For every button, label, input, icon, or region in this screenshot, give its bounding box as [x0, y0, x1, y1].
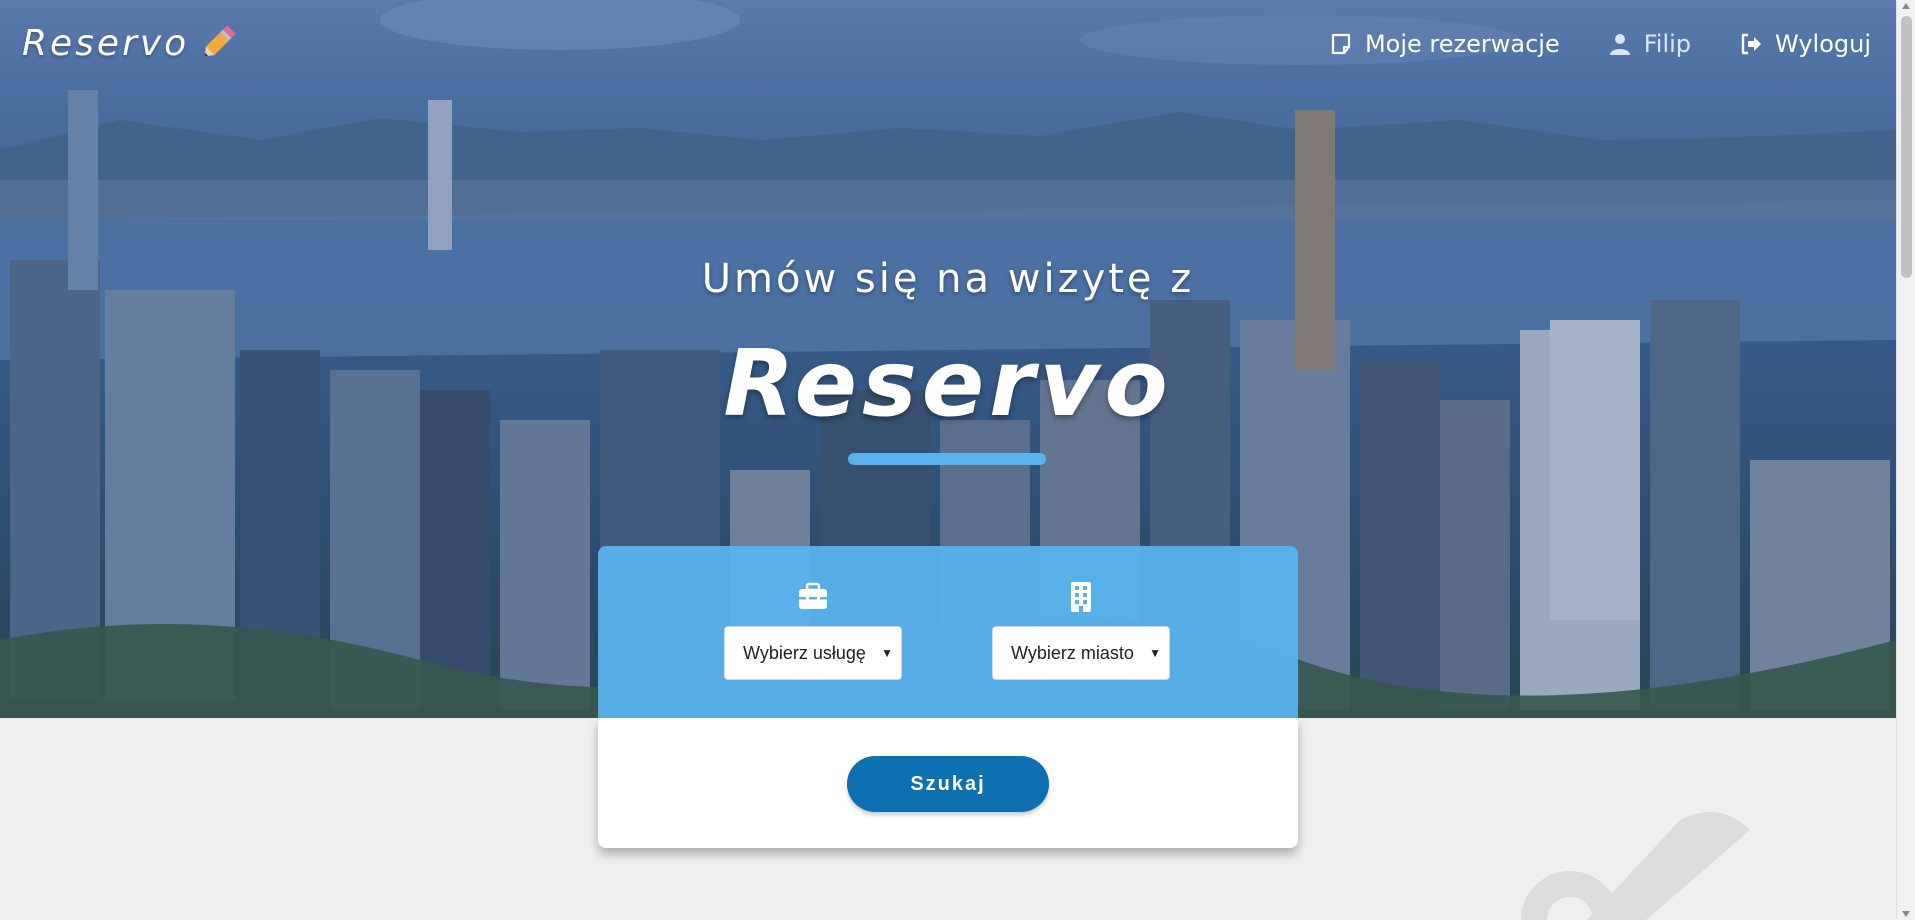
logout-icon — [1741, 33, 1762, 55]
top-nav: Moje rezerwacje Filip Wyloguj — [1329, 30, 1871, 58]
chevron-down-icon: ▼ — [881, 646, 893, 660]
decorative-watermark — [1521, 812, 1750, 920]
brand-logo[interactable]: Reservo — [22, 22, 239, 64]
search-card-bottom: Szukaj — [598, 718, 1298, 848]
search-button[interactable]: Szukaj — [847, 756, 1049, 812]
city-select[interactable]: Wybierz miasto ▼ — [992, 626, 1170, 680]
nav-user[interactable]: Filip — [1608, 30, 1691, 58]
search-card-top: Wybierz usługę ▼ Wybierz miasto ▼ — [598, 546, 1298, 718]
note-icon — [1331, 33, 1351, 55]
hero-subtitle: Umów się na wizytę z — [701, 256, 1195, 302]
building-icon — [1071, 582, 1091, 612]
nav-logout[interactable]: Wyloguj — [1739, 30, 1871, 58]
service-select[interactable]: Wybierz usługę ▼ — [724, 626, 902, 680]
service-field: Wybierz usługę ▼ — [724, 580, 902, 680]
hero-title: Reservo — [723, 330, 1173, 437]
city-field: Wybierz miasto ▼ — [992, 580, 1170, 680]
pencil-icon — [204, 25, 236, 57]
nav-my-reservations[interactable]: Moje rezerwacje — [1329, 30, 1560, 58]
nav-logout-label: Wyloguj — [1775, 30, 1871, 58]
nav-user-label: Filip — [1643, 30, 1692, 58]
scroll-down-icon[interactable] — [1902, 911, 1910, 917]
brand-name: Reservo — [22, 22, 190, 64]
scrollbar-thumb[interactable] — [1901, 16, 1912, 278]
scroll-up-icon[interactable] — [1902, 3, 1910, 9]
page-scrollbar[interactable] — [1896, 0, 1915, 920]
city-select-value: Wybierz miasto — [1011, 642, 1134, 663]
nav-my-reservations-label: Moje rezerwacje — [1364, 30, 1560, 58]
hero-title-underline — [848, 453, 1046, 465]
chevron-down-icon: ▼ — [1149, 646, 1161, 660]
service-select-value: Wybierz usługę — [743, 642, 866, 663]
toolbox-icon — [799, 582, 827, 609]
user-icon — [1609, 34, 1630, 55]
